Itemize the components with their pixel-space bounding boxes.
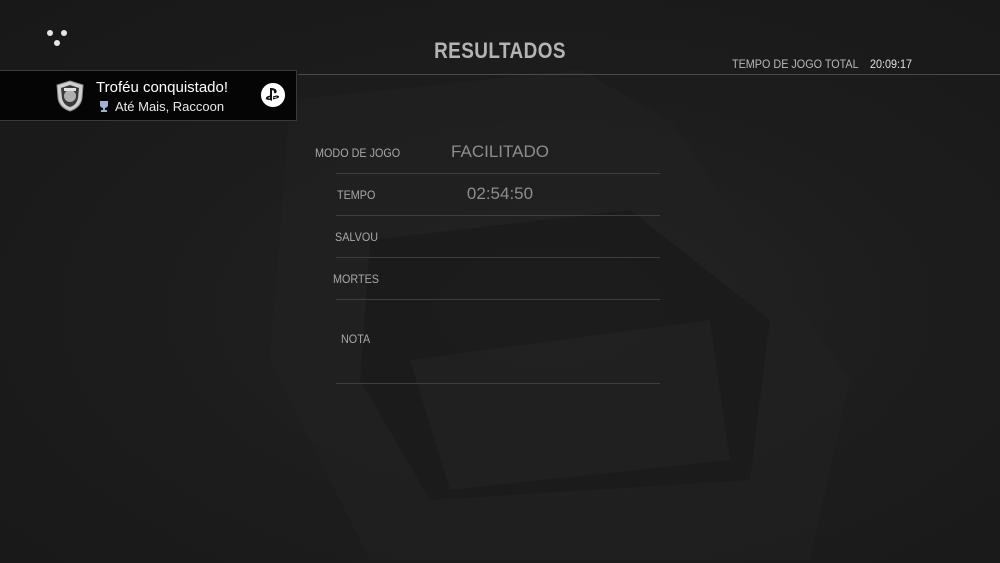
results-screen: RESULTADOS TEMPO DE JOGO TOTAL 20:09:17 … (0, 0, 1000, 563)
game-mode-label: MODO DE JOGO (315, 146, 401, 160)
result-row-deaths: MORTES (300, 258, 660, 300)
row-divider (336, 383, 660, 384)
total-play-time-label: TEMPO DE JOGO TOTAL (732, 57, 859, 71)
trophy-name: Até Mais, Raccoon (115, 99, 225, 114)
notification-title: Troféu conquistado! (96, 79, 229, 96)
trophy-notification: Troféu conquistado! Até Mais, Raccoon (0, 70, 297, 121)
options-menu-icon[interactable] (45, 28, 71, 50)
time-value: 02:54:50 (466, 184, 534, 203)
deaths-label: MORTES (333, 272, 380, 286)
title-divider (298, 74, 1000, 75)
grade-label: NOTA (341, 332, 371, 346)
time-label: TEMPO (337, 188, 376, 202)
bronze-trophy-icon (100, 101, 108, 112)
total-play-time-value: 20:09:17 (870, 57, 913, 71)
result-row-grade: NOTA (300, 300, 660, 384)
result-row-time: TEMPO 02:54:50 (300, 174, 660, 216)
playstation-icon (261, 83, 285, 107)
saves-label: SALVOU (335, 230, 379, 244)
result-row-game-mode: MODO DE JOGO FACILITADO (300, 132, 660, 174)
trophy-badge-icon (56, 80, 84, 112)
result-row-saves: SALVOU (300, 216, 660, 258)
results-table: MODO DE JOGO FACILITADO TEMPO 02:54:50 S… (300, 132, 660, 384)
game-mode-value: FACILITADO (451, 142, 549, 161)
